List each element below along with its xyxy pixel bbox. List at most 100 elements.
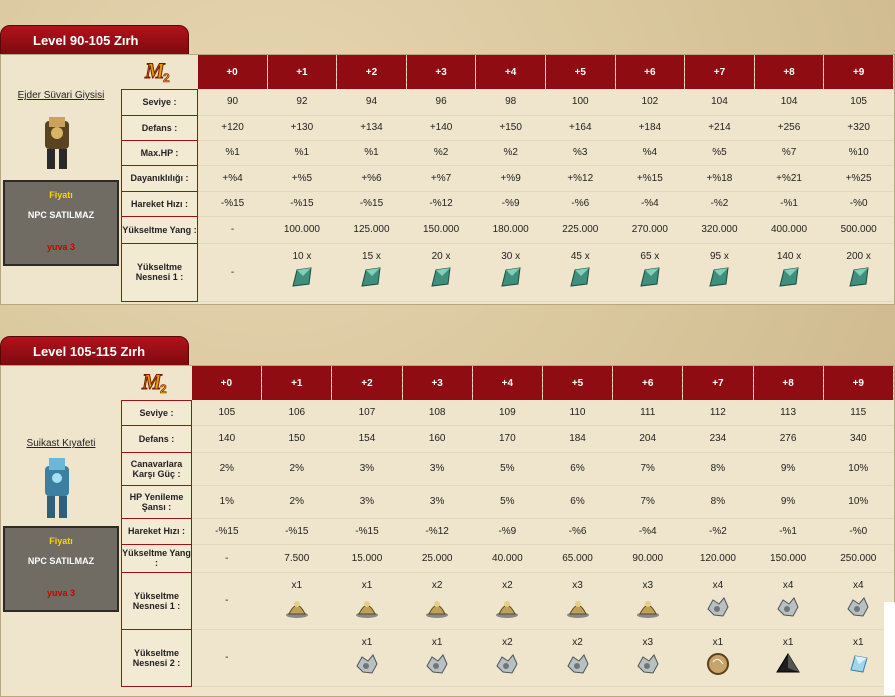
stat-value: 154: [331, 425, 403, 453]
value-text: 320.000: [701, 224, 738, 235]
stat-value: +130: [267, 115, 337, 141]
value-text: -%12: [429, 198, 453, 209]
stat-label: Yükseltme Yang :: [121, 543, 192, 573]
stat-value: 3%: [331, 485, 403, 519]
stat-label: Hareket Hızı :: [121, 190, 198, 217]
stat-row: Max.HP : %1 %1 %1 %2 %2 %3 %4 %5 %7 %10: [121, 139, 894, 166]
value-text: -%15: [285, 525, 309, 537]
value-text: +164: [569, 122, 592, 133]
stone-icon: [706, 267, 732, 293]
value-text: %3: [573, 147, 588, 158]
value-text: -%12: [425, 525, 449, 537]
level-header: +2: [336, 55, 407, 89]
value-text: 140 x: [776, 251, 802, 262]
stat-value: +134: [336, 115, 407, 141]
stat-value: 100: [545, 89, 616, 116]
stat-value: -%6: [542, 518, 613, 545]
value-text: 180.000: [492, 224, 529, 235]
value-text: %4: [642, 147, 658, 158]
ore-icon: [705, 596, 731, 622]
value-text: -%2: [709, 525, 727, 537]
bell-icon: [565, 600, 591, 622]
value-text: 5%: [500, 496, 515, 507]
stat-value: -: [191, 572, 262, 630]
stat-row: Defans : 140 150 154 160 170 184 204 234 276 340: [121, 424, 894, 453]
level-header: +5: [545, 55, 616, 89]
value-text: x4: [712, 579, 724, 591]
value-text: 94: [365, 96, 378, 108]
stone-icon: [846, 267, 872, 293]
section-tab-level-105-115[interactable]: Level 105-115 Zırh: [0, 336, 189, 366]
stat-value: 400.000: [754, 216, 824, 244]
stat-value: 108: [402, 400, 473, 426]
value-text: 250.000: [840, 552, 877, 564]
ore-icon: [635, 653, 661, 679]
value-text: 108: [428, 406, 446, 418]
value-text: 90.000: [632, 552, 664, 564]
stat-value: +320: [823, 115, 894, 141]
value-text: 9%: [780, 463, 796, 474]
stat-value: 2%: [261, 452, 332, 486]
value-text: 8%: [710, 463, 726, 474]
value-text: 7.500: [284, 552, 310, 564]
scrollbar[interactable]: [884, 602, 895, 695]
stat-value: 92: [267, 89, 337, 116]
value-text: 204: [639, 433, 657, 444]
stat-value: 120.000: [682, 544, 753, 573]
stat-value: x2: [472, 629, 543, 687]
stat-value: x4: [823, 572, 894, 630]
stat-value: 2%: [261, 485, 332, 519]
value-text: -: [225, 595, 229, 606]
value-text: +%18: [706, 172, 733, 184]
stat-value: %3: [545, 140, 616, 166]
armor-image: [45, 458, 69, 518]
stat-value: -%1: [754, 191, 824, 217]
value-text: +184: [638, 122, 662, 133]
stat-value: 100.000: [267, 216, 337, 244]
stat-value: 160: [402, 425, 473, 453]
stat-label: Dayanıklılığı :: [121, 164, 198, 192]
item-name-link[interactable]: Ejder Süvari Giysisi: [1, 90, 121, 101]
value-text: 3%: [429, 496, 445, 507]
value-text: 92: [296, 96, 308, 108]
value-text: %7: [781, 147, 797, 158]
bell-icon: [354, 600, 380, 622]
value-text: -%6: [571, 198, 590, 209]
stat-label: Yükseltme Nesnesi 1 :: [121, 571, 192, 630]
level-header: +7: [684, 55, 755, 89]
value-text: 110: [569, 406, 586, 418]
value-text: +120: [221, 122, 244, 133]
value-text: +256: [777, 122, 801, 133]
stat-value: 20 x: [406, 243, 476, 302]
stat-value: 150.000: [406, 216, 476, 244]
value-text: 3%: [359, 496, 375, 507]
stat-value: +184: [615, 115, 685, 141]
value-text: 184: [569, 433, 586, 444]
stat-value: %4: [615, 140, 685, 166]
stat-value: 270.000: [615, 216, 685, 244]
stat-value: 65.000: [542, 544, 613, 573]
value-text: %10: [848, 147, 869, 158]
stat-label: Seviye :: [121, 399, 192, 426]
section-tab-level-90-105[interactable]: Level 90-105 Zırh: [0, 25, 189, 55]
value-text: x2: [431, 579, 443, 591]
value-text: 15.000: [351, 552, 383, 564]
stat-value: %5: [684, 140, 755, 166]
stat-value: +164: [545, 115, 616, 141]
svg-text:2: 2: [160, 382, 167, 395]
stat-value: -%9: [472, 518, 543, 545]
value-text: 8%: [710, 496, 726, 507]
stat-row: Canavarlara Karşı Güç : 2% 2% 3% 3% 5% 6% 7% 8% 9…: [121, 451, 894, 486]
stat-value: 140: [191, 425, 262, 453]
value-text: 40.000: [492, 552, 523, 564]
pyramid-icon: [775, 652, 801, 679]
stone-icon: [358, 267, 384, 293]
value-text: 400.000: [770, 224, 808, 235]
stat-value: 320.000: [684, 216, 755, 244]
item-name-link[interactable]: Suikast Kıyafeti: [1, 438, 121, 449]
stat-value: 8%: [682, 452, 753, 486]
stat-value: -%15: [191, 518, 262, 545]
stat-value: 8%: [682, 485, 753, 519]
value-text: +150: [499, 122, 522, 133]
stat-value: %1: [197, 140, 268, 166]
